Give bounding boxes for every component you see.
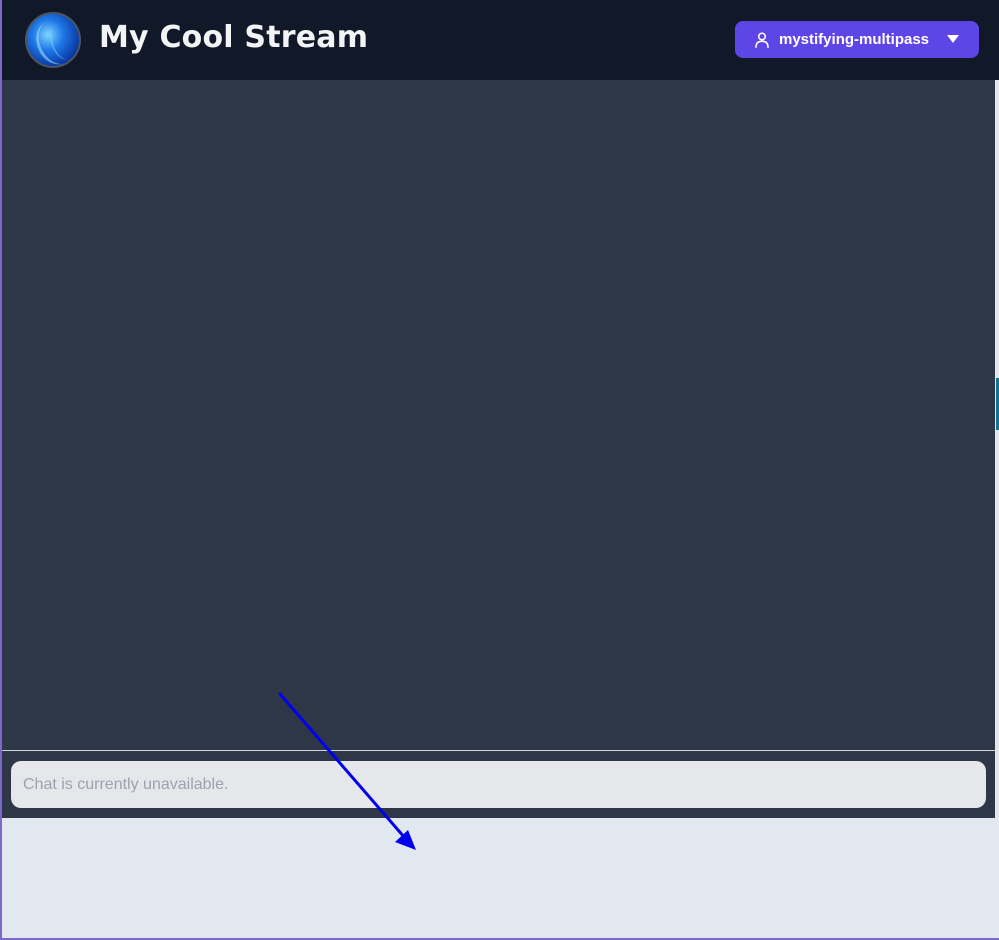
video-player-area[interactable] bbox=[2, 80, 995, 750]
channel-avatar[interactable] bbox=[25, 12, 81, 68]
chat-messages-panel bbox=[2, 818, 995, 938]
chat-input-bar bbox=[2, 751, 995, 818]
scrollbar-track[interactable] bbox=[995, 80, 999, 938]
user-menu-label: mystifying-multipass bbox=[779, 31, 930, 48]
user-icon bbox=[755, 31, 769, 48]
header: My Cool Stream mystifying-multipass bbox=[2, 0, 999, 80]
stream-title: My Cool Stream bbox=[99, 20, 369, 55]
caret-down-icon bbox=[947, 35, 959, 43]
user-menu-button[interactable]: mystifying-multipass bbox=[735, 21, 979, 58]
chat-input[interactable] bbox=[11, 761, 986, 808]
app-frame: My Cool Stream mystifying-multipass bbox=[0, 0, 999, 940]
